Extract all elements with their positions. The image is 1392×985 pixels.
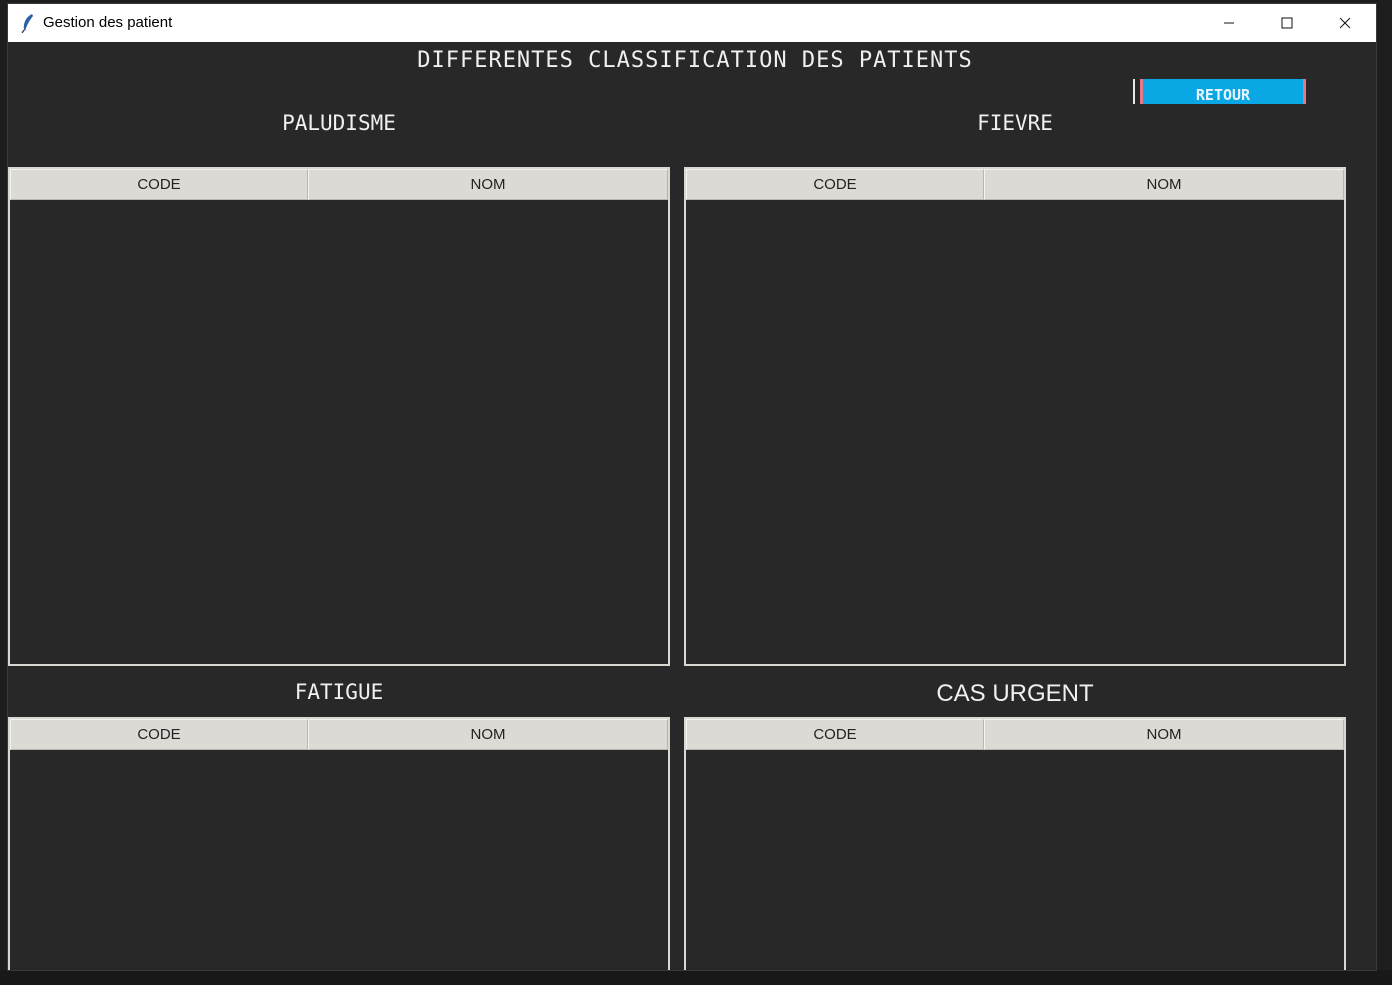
table-header: CODE NOM (686, 719, 1344, 750)
table-header: CODE NOM (686, 169, 1344, 200)
close-button[interactable] (1316, 4, 1374, 42)
minimize-icon (1224, 22, 1234, 24)
column-header-code[interactable]: CODE (686, 719, 984, 750)
column-header-nom[interactable]: NOM (308, 719, 668, 750)
section-title-fatigue: FATIGUE (294, 680, 384, 704)
table-fievre[interactable]: CODE NOM (684, 167, 1346, 666)
section-title-cas-urgent: CAS URGENT (936, 680, 1094, 707)
section-title-fievre: FIEVRE (977, 111, 1053, 135)
section-title-paludisme: PALUDISME (282, 111, 396, 135)
table-header: CODE NOM (10, 719, 668, 750)
back-button-container: RETOUR (1133, 79, 1311, 104)
background-editor-strip (0, 970, 1392, 985)
title-bar[interactable]: Gestion des patient (8, 4, 1376, 42)
back-button[interactable]: RETOUR (1140, 79, 1306, 104)
table-cas-urgent[interactable]: CODE NOM (684, 717, 1346, 970)
divider (1133, 79, 1135, 104)
feather-icon (21, 14, 33, 33)
page-title: DIFFERENTES CLASSIFICATION DES PATIENTS (417, 48, 973, 73)
column-header-code[interactable]: CODE (10, 719, 308, 750)
column-header-code[interactable]: CODE (10, 169, 308, 200)
table-fatigue[interactable]: CODE NOM (8, 717, 670, 970)
window-title: Gestion des patient (43, 14, 173, 31)
table-header: CODE NOM (10, 169, 668, 200)
maximize-icon (1281, 17, 1293, 29)
background-editor-strip (1376, 42, 1392, 985)
column-header-nom[interactable]: NOM (984, 719, 1344, 750)
close-icon (1339, 17, 1351, 29)
maximize-button[interactable] (1258, 4, 1316, 42)
table-paludisme[interactable]: CODE NOM (8, 167, 670, 666)
column-header-nom[interactable]: NOM (308, 169, 668, 200)
minimize-button[interactable] (1200, 4, 1258, 42)
app-window: Gestion des patient DIFFERENTES CLASSIFI… (8, 4, 1376, 970)
column-header-code[interactable]: CODE (686, 169, 984, 200)
column-header-nom[interactable]: NOM (984, 169, 1344, 200)
